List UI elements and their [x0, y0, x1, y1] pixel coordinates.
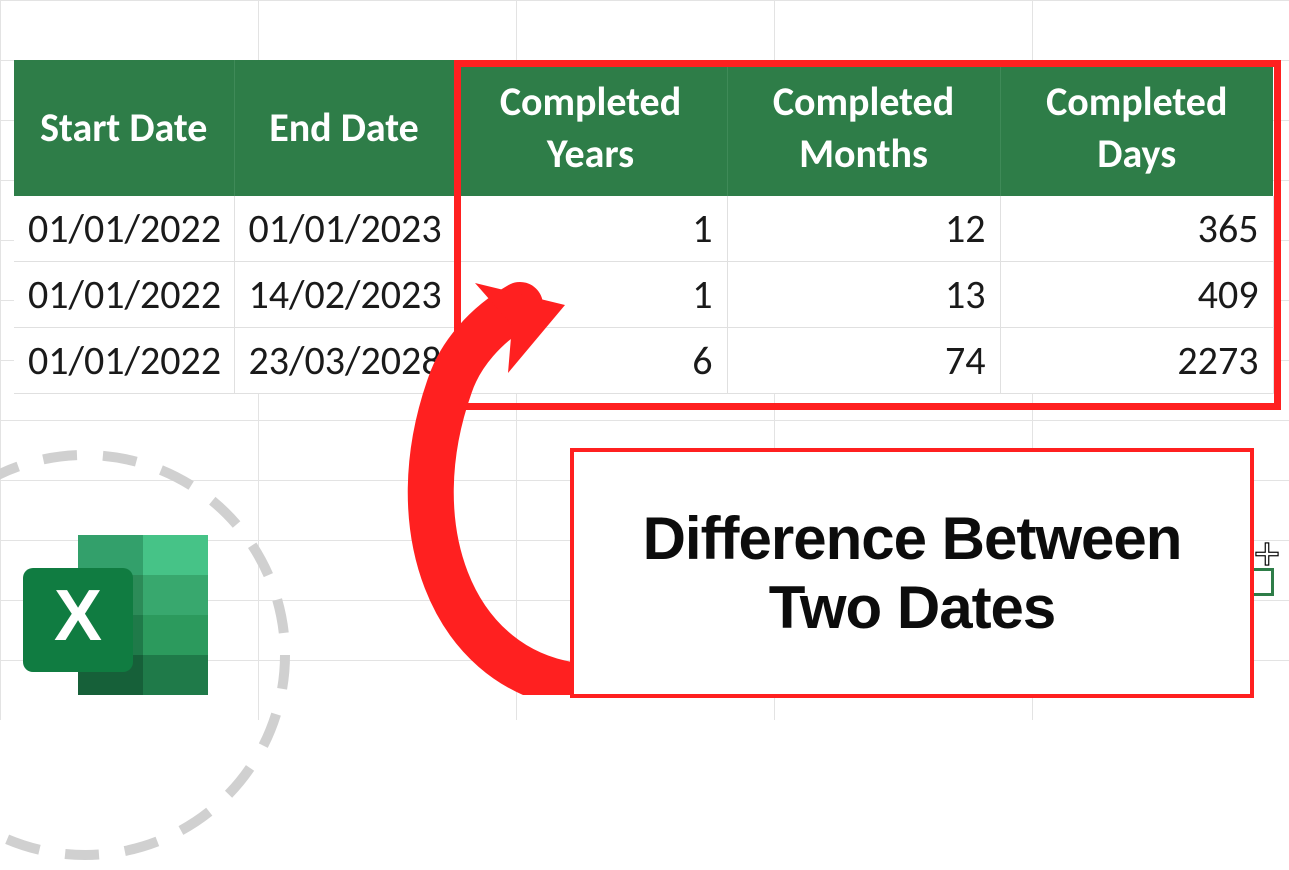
table-row: 01/01/2022 14/02/2023 1 13 409 [14, 262, 1273, 328]
caption-box: Difference Between Two Dates [570, 448, 1254, 698]
table-header-row: Start Date End Date Completed Years Comp… [14, 60, 1273, 196]
cell-months[interactable]: 74 [727, 328, 1000, 394]
table-row: 01/01/2022 23/03/2028 6 74 2273 [14, 328, 1273, 394]
excel-app-icon: X [18, 520, 218, 710]
fill-handle-cursor-icon [1253, 540, 1281, 568]
col-years[interactable]: Completed Years [454, 60, 727, 196]
col-end-date[interactable]: End Date [234, 60, 454, 196]
cell-start[interactable]: 01/01/2022 [14, 196, 234, 262]
cell-end[interactable]: 01/01/2023 [234, 196, 454, 262]
cell-start[interactable]: 01/01/2022 [14, 328, 234, 394]
col-months[interactable]: Completed Months [727, 60, 1000, 196]
cell-years[interactable]: 1 [454, 262, 727, 328]
cell-months[interactable]: 12 [727, 196, 1000, 262]
excel-icon-letter: X [54, 576, 102, 656]
cell-days[interactable]: 365 [1000, 196, 1273, 262]
cell-days[interactable]: 409 [1000, 262, 1273, 328]
col-start-date[interactable]: Start Date [14, 60, 234, 196]
cell-end[interactable]: 14/02/2023 [234, 262, 454, 328]
cell-years[interactable]: 6 [454, 328, 727, 394]
col-days[interactable]: Completed Days [1000, 60, 1273, 196]
cell-months[interactable]: 13 [727, 262, 1000, 328]
caption-text: Difference Between Two Dates [594, 504, 1230, 642]
cell-start[interactable]: 01/01/2022 [14, 262, 234, 328]
cell-days[interactable]: 2273 [1000, 328, 1273, 394]
cell-end[interactable]: 23/03/2028 [234, 328, 454, 394]
table-row: 01/01/2022 01/01/2023 1 12 365 [14, 196, 1273, 262]
cell-years[interactable]: 1 [454, 196, 727, 262]
table-body: 01/01/2022 01/01/2023 1 12 365 01/01/202… [14, 196, 1273, 394]
data-table: Start Date End Date Completed Years Comp… [14, 60, 1274, 394]
date-diff-table: Start Date End Date Completed Years Comp… [14, 60, 1273, 394]
